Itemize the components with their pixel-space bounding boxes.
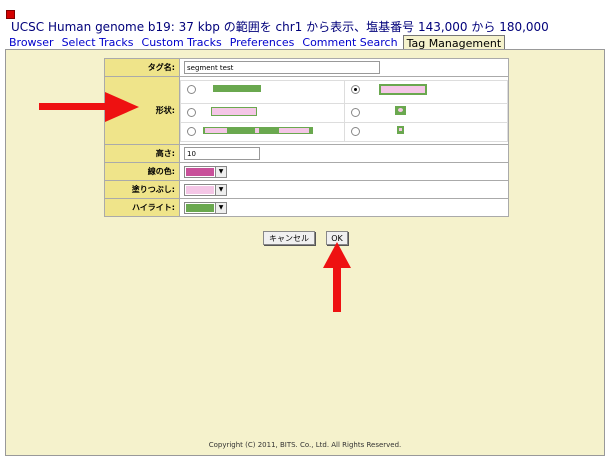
fill-color-select[interactable]: ▼ [184,183,227,196]
cancel-button[interactable]: キャンセル [263,231,315,245]
tag-name-label: タグ名: [104,58,180,77]
shape-option-4[interactable] [343,102,508,123]
shape-option-5[interactable] [180,121,345,142]
tag-name-input[interactable] [184,61,380,74]
tab-comment-search[interactable]: Comment Search [299,35,400,50]
shape-pink-bar [211,106,257,116]
tab-browser[interactable]: Browser [6,35,57,50]
chevron-down-icon: ▼ [215,202,226,213]
line-color-select[interactable]: ▼ [184,165,227,178]
shape-options [180,79,508,142]
shape-diamond-marker [394,105,406,115]
tab-tag-management[interactable]: Tag Management [402,35,506,50]
shape-segmented-bar [203,126,313,134]
highlight-color-select[interactable]: ▼ [184,201,227,214]
highlight-color-swatch [186,203,214,212]
tab-bar: Browser Select Tracks Custom Tracks Pref… [6,35,507,50]
arrow-right-icon [39,92,139,122]
arrow-up-icon [323,242,351,312]
chevron-down-icon: ▼ [215,166,226,177]
line-color-swatch [186,167,214,176]
shape-small-marker [396,125,404,134]
shape-solid-bar [213,84,261,92]
shape-option-3[interactable] [180,102,345,123]
shape-radio-1[interactable] [187,84,196,94]
shape-option-2[interactable] [343,79,508,104]
shape-option-1[interactable] [180,79,345,104]
line-color-label: 線の色: [104,162,180,181]
tab-preferences[interactable]: Preferences [227,35,298,50]
shape-outlined-bar [378,83,427,95]
tab-select-tracks[interactable]: Select Tracks [59,35,137,50]
tag-form: タグ名: 形状: [104,58,509,217]
shape-radio-2[interactable] [350,84,360,94]
page-title: UCSC Human genome b19: 37 kbp の範囲を chr1 … [11,20,549,34]
highlight-label: ハイライト: [104,198,180,217]
shape-radio-3[interactable] [187,107,196,117]
shape-radio-4[interactable] [350,107,360,117]
height-label: 高さ: [104,144,180,163]
tag-management-panel: タグ名: 形状: [5,49,605,456]
tab-custom-tracks[interactable]: Custom Tracks [139,35,225,50]
chevron-down-icon: ▼ [215,184,226,195]
copyright-footer: Copyright (C) 2011, BITS. Co., Ltd. All … [208,441,402,449]
fill-color-label: 塗りつぶし: [104,180,180,199]
shape-radio-5[interactable] [187,126,196,136]
shape-option-6[interactable] [343,121,508,142]
shape-radio-6[interactable] [350,126,360,136]
fill-color-swatch [186,185,214,194]
height-input[interactable] [184,147,260,160]
